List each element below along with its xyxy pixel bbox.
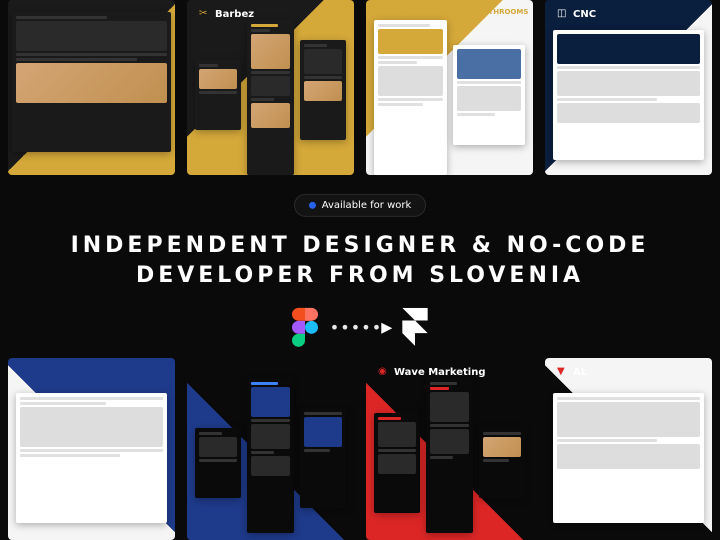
status-dot-icon: [309, 202, 316, 209]
portfolio-card-1[interactable]: [8, 0, 175, 175]
mockup: [553, 30, 704, 160]
mockup: [247, 20, 293, 175]
mockup-group: [553, 378, 704, 532]
mockup: [374, 413, 420, 513]
badge-text: Available for work: [322, 200, 412, 211]
mockup: [453, 45, 526, 145]
shield-icon: ▼: [557, 366, 569, 378]
card-title: Wave Marketing: [394, 367, 485, 378]
mockup: [16, 393, 167, 523]
card-title: CNC: [573, 9, 596, 20]
mockup-group: [553, 20, 704, 167]
portfolio-card-5[interactable]: ⚡ Marketing Agency: [8, 358, 175, 540]
card-title: Marketing Agency: [36, 367, 138, 378]
mockup: [553, 393, 704, 523]
mockup-group: [374, 20, 525, 167]
availability-badge[interactable]: Available for work: [294, 194, 427, 217]
portfolio-card-7[interactable]: ◉ Wave Marketing: [366, 358, 533, 540]
mockup: [374, 20, 447, 175]
scissors-icon: ✂: [199, 8, 211, 20]
portfolio-card-6[interactable]: [187, 358, 354, 540]
mockup: [300, 408, 346, 508]
figma-icon: [292, 308, 318, 346]
mockup-group: [195, 20, 346, 167]
hero-section: Available for work Independent Designer …: [0, 194, 720, 346]
mockup: [12, 12, 171, 152]
portfolio-card-4[interactable]: ◫ CNC: [545, 0, 712, 175]
card-label: ◉ Wave Marketing: [378, 366, 485, 378]
mockup: [479, 428, 525, 498]
mockup: [426, 378, 472, 533]
card-label: ⚡ Marketing Agency: [20, 366, 138, 378]
mockup: [195, 428, 241, 498]
mockup: [300, 40, 346, 140]
portfolio-card-2[interactable]: ✂ Barbez: [187, 0, 354, 175]
card-label: ◫ CNC: [557, 8, 596, 20]
card-label: DYNAMIC KITCHENS AND BATHROOMS: [378, 8, 528, 16]
headline: Independent Designer & No-Code Developer…: [0, 231, 720, 290]
portfolio-card-3[interactable]: DYNAMIC KITCHENS AND BATHROOMS: [366, 0, 533, 175]
bolt-icon: ⚡: [20, 366, 32, 378]
mockup-group: [374, 378, 525, 532]
framer-icon: [402, 308, 428, 346]
mockup: [247, 378, 293, 533]
mockup-group: [16, 378, 167, 532]
mockup-group: [12, 12, 171, 171]
card-label: ▼ AL: [557, 366, 587, 378]
card-title: Barbez: [215, 9, 254, 20]
wave-icon: ◉: [378, 366, 390, 378]
portfolio-card-8[interactable]: ▼ AL: [545, 358, 712, 540]
card-label: ✂ Barbez: [199, 8, 254, 20]
card-title: AL: [573, 367, 587, 378]
arrow-icon: • • • • •▸: [330, 315, 391, 340]
mockup: [195, 60, 241, 130]
card-title: DYNAMIC KITCHENS AND BATHROOMS: [378, 8, 528, 16]
tools-row: • • • • •▸: [0, 308, 720, 346]
mockup-group: [195, 378, 346, 532]
cube-icon: ◫: [557, 8, 569, 20]
